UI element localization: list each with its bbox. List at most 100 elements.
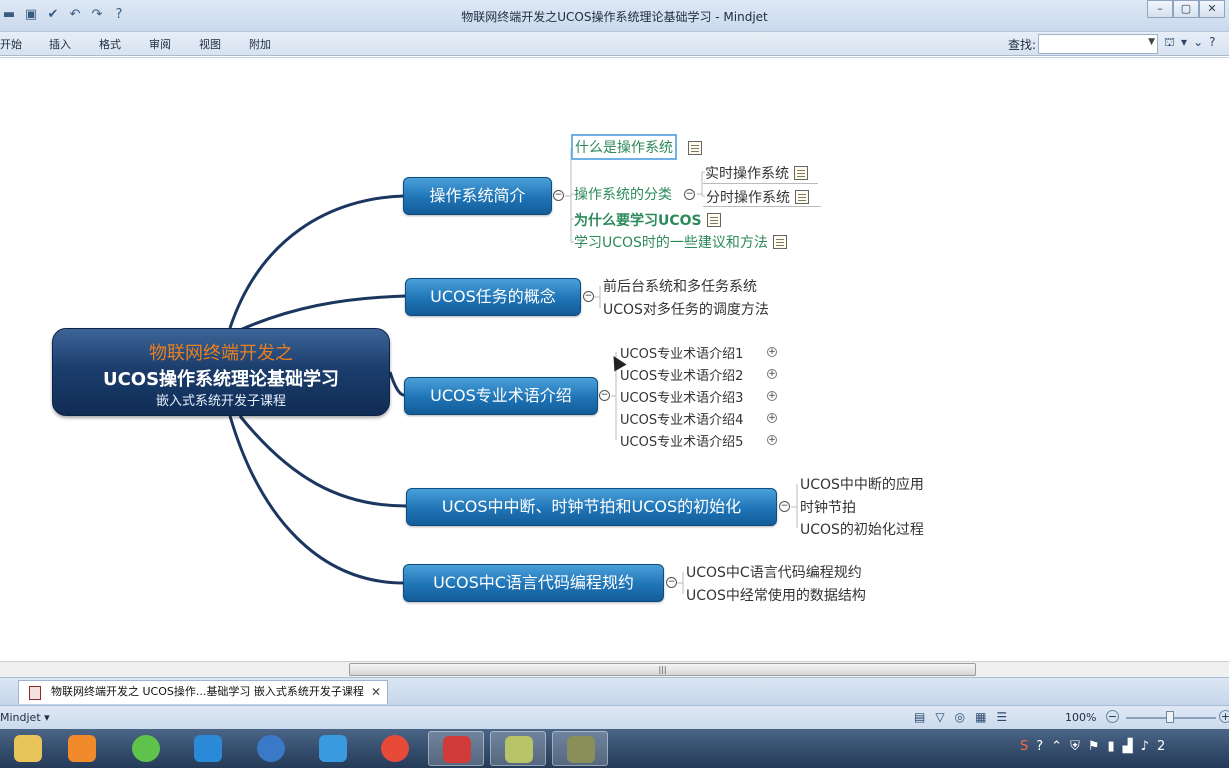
flag-icon[interactable]: ⚑ <box>1088 739 1100 754</box>
tray-expand-icon[interactable]: ⌃ <box>1051 739 1062 754</box>
collapse-toggle[interactable]: − <box>583 291 594 302</box>
note-icon[interactable] <box>706 213 721 227</box>
clock-text[interactable]: 2 <box>1157 739 1165 754</box>
subtopic-clock-tick[interactable]: 时钟节拍 <box>800 497 856 517</box>
zoom-in-button[interactable]: + <box>1219 710 1229 723</box>
subtopic-os-classification[interactable]: 操作系统的分类 <box>574 184 672 204</box>
zoom-slider-knob[interactable] <box>1166 711 1174 723</box>
map-view-icon[interactable]: ▦ <box>975 710 986 724</box>
branch-lines-1b <box>697 171 705 197</box>
shield-icon[interactable]: ⛨ <box>1070 739 1080 754</box>
tab-home[interactable]: 开始 <box>0 36 22 52</box>
document-tab-label: 物联网终端开发之 UCOS操作...基础学习 嵌入式系统开发子课程 <box>51 685 364 698</box>
close-icon[interactable]: ✕ <box>371 681 381 703</box>
tab-addins[interactable]: 附加 <box>249 36 271 52</box>
note-icon[interactable] <box>772 235 787 249</box>
branch-lines-4 <box>791 484 798 528</box>
volume-icon[interactable]: ♪ <box>1141 739 1149 754</box>
subtopic-terminology-2[interactable]: UCOS专业术语介绍2 <box>620 365 743 384</box>
close-button[interactable]: ✕ <box>1199 0 1225 18</box>
tab-format[interactable]: 格式 <box>99 36 121 52</box>
subtopic-why-learn-ucos[interactable]: 为什么要学习UCOS <box>574 210 721 230</box>
taskbar-cloud-app[interactable] <box>180 731 236 766</box>
help-icon[interactable]: ? <box>1036 739 1043 754</box>
taskbar-player[interactable] <box>54 731 110 766</box>
expand-toggle[interactable]: + <box>767 413 777 423</box>
system-tray: S ? ⌃ ⛨ ⚑ ▮ ▟ ♪ 2 <box>1020 739 1165 754</box>
binoculars-icon[interactable]: ⛫ <box>1164 35 1175 51</box>
subtopic-terminology-3[interactable]: UCOS专业术语介绍3 <box>620 387 743 406</box>
tab-review[interactable]: 审阅 <box>149 36 171 52</box>
document-icon <box>29 686 41 700</box>
taskbar-browser[interactable] <box>367 731 423 766</box>
note-icon[interactable] <box>794 166 808 180</box>
chevron-down-icon[interactable]: ▾ <box>1181 35 1187 51</box>
subtopic-scheduling[interactable]: UCOS对多任务的调度方法 <box>603 299 769 319</box>
subtopic-data-structures[interactable]: UCOS中经常使用的数据结构 <box>686 585 866 605</box>
subtopic-c-conventions[interactable]: UCOS中C语言代码编程规约 <box>686 562 862 582</box>
battery-icon[interactable]: ▮ <box>1108 739 1115 754</box>
document-tabs: 物联网终端开发之 UCOS操作...基础学习 嵌入式系统开发子课程 ✕ <box>0 677 1229 705</box>
tab-insert[interactable]: 插入 <box>49 36 71 52</box>
network-icon[interactable]: ▟ <box>1123 739 1133 754</box>
taskbar-bird-app[interactable] <box>305 731 361 766</box>
taskbar-refresh-app[interactable] <box>118 731 174 766</box>
collapse-toggle[interactable]: − <box>779 501 790 512</box>
expand-toggle[interactable]: + <box>767 391 777 401</box>
taskbar-notes[interactable] <box>490 731 546 766</box>
subtopic-underline <box>703 183 818 184</box>
central-topic[interactable]: 物联网终端开发之 UCOS操作系统理论基础学习 嵌入式系统开发子课程 <box>52 328 390 416</box>
horizontal-scrollbar[interactable]: ||| <box>0 661 1229 677</box>
subtopic-realtime-os[interactable]: 实时操作系统 <box>705 163 808 183</box>
chevron-down-icon[interactable]: ▼ <box>1148 37 1155 47</box>
tab-view[interactable]: 视图 <box>199 36 221 52</box>
note-icon[interactable] <box>795 190 809 204</box>
zoom-out-button[interactable]: − <box>1106 710 1119 723</box>
collapse-toggle[interactable]: − <box>684 189 695 200</box>
main-topic-terminology[interactable]: UCOS专业术语介绍 <box>404 377 598 415</box>
focus-icon[interactable]: ◎ <box>955 710 965 724</box>
find-input[interactable]: ▼ <box>1038 34 1158 54</box>
connector-topic-4 <box>238 415 407 508</box>
expand-toggle[interactable]: + <box>767 435 777 445</box>
main-topic-c-conventions[interactable]: UCOS中C语言代码编程规约 <box>403 564 664 602</box>
subtopic-timesharing-os[interactable]: 分时操作系统 <box>706 187 809 207</box>
document-tab[interactable]: 物联网终端开发之 UCOS操作...基础学习 嵌入式系统开发子课程 ✕ <box>18 680 388 704</box>
scrollbar-thumb[interactable]: ||| <box>349 663 976 676</box>
subtopic-terminology-1[interactable]: UCOS专业术语介绍1 <box>620 343 743 362</box>
taskbar-media-app[interactable] <box>243 731 299 766</box>
minimize-ribbon-icon[interactable]: ⌄ <box>1193 35 1203 51</box>
collapse-toggle[interactable]: − <box>666 577 677 588</box>
folder-icon <box>14 735 42 762</box>
taskbar-explorer[interactable] <box>0 731 56 766</box>
collapse-toggle[interactable]: − <box>599 390 610 401</box>
connector-topic-2 <box>239 294 407 332</box>
app-menu-label[interactable]: Mindjet ▾ <box>0 711 50 724</box>
subtopic-terminology-5[interactable]: UCOS专业术语介绍5 <box>620 431 743 450</box>
main-topic-task-concept[interactable]: UCOS任务的概念 <box>405 278 581 316</box>
map-canvas[interactable]: 物联网终端开发之 UCOS操作系统理论基础学习 嵌入式系统开发子课程 操作系统简… <box>0 57 1229 661</box>
filter-icon[interactable]: ▽ <box>935 710 944 724</box>
play-icon <box>257 735 285 762</box>
outline-view-icon[interactable]: ☰ <box>996 710 1007 724</box>
subtopic-initialization[interactable]: UCOS的初始化过程 <box>800 519 924 539</box>
subtopic-learning-advice[interactable]: 学习UCOS时的一些建议和方法 <box>574 232 787 252</box>
subtopic-foreground-background[interactable]: 前后台系统和多任务系统 <box>603 276 757 296</box>
sogou-icon[interactable]: S <box>1020 739 1028 754</box>
subtopic-interrupt-application[interactable]: UCOS中中断的应用 <box>800 474 924 494</box>
window-controls: – ▢ ✕ <box>1147 0 1225 18</box>
expand-toggle[interactable]: + <box>767 347 777 357</box>
note-icon[interactable] <box>688 141 702 155</box>
help-icon[interactable]: ? <box>1209 35 1215 51</box>
taskbar-recorder[interactable] <box>552 731 608 766</box>
layout-icon[interactable]: ▤ <box>914 710 925 724</box>
main-topic-interrupts-init[interactable]: UCOS中中断、时钟节拍和UCOS的初始化 <box>406 488 777 526</box>
main-topic-os-intro[interactable]: 操作系统简介 <box>403 177 552 215</box>
expand-toggle[interactable]: + <box>767 369 777 379</box>
minimize-button[interactable]: – <box>1147 0 1173 18</box>
subtopic-terminology-4[interactable]: UCOS专业术语介绍4 <box>620 409 743 428</box>
subtopic-what-is-os[interactable]: 什么是操作系统 <box>571 134 677 160</box>
collapse-toggle[interactable]: − <box>553 190 564 201</box>
maximize-button[interactable]: ▢ <box>1173 0 1199 18</box>
taskbar-mindjet[interactable] <box>428 731 484 766</box>
